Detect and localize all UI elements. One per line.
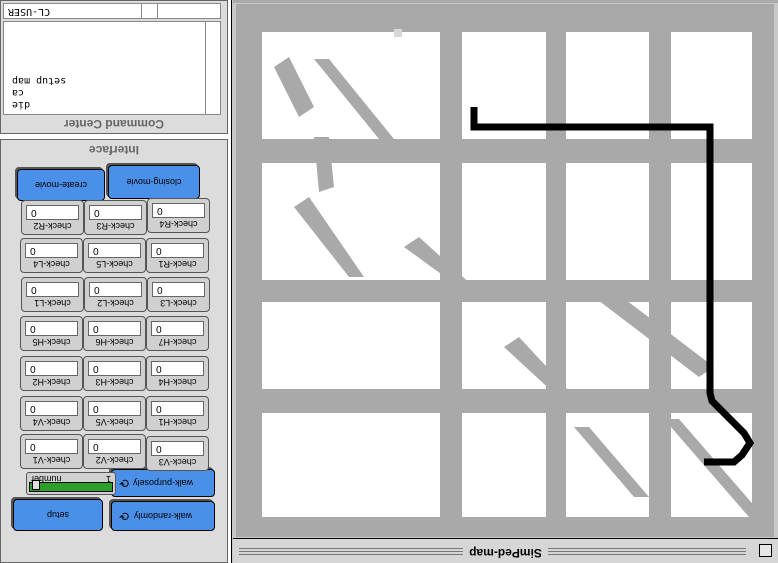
output-scrollbar[interactable] [205, 22, 220, 114]
setup-label: setup [46, 510, 70, 520]
walk-randomly-button[interactable]: walk-randomly ⟳ [111, 501, 215, 531]
road-vertical [649, 4, 671, 537]
monitor-check-V1: check-V1 0 [20, 434, 83, 469]
monitor-check-L2: check-L2 0 [84, 277, 147, 312]
map-window-title: SimPed-map [463, 546, 548, 560]
output-line: ca [12, 87, 25, 98]
map-view[interactable] [236, 4, 774, 537]
roads [236, 4, 774, 537]
monitor-check-H3: check-H3 0 [83, 356, 146, 391]
monitor-check-V5: check-V5 0 [83, 396, 146, 431]
road-diagonal [574, 427, 649, 497]
forever-icon: ⟳ [119, 509, 130, 523]
road-horizontal [236, 389, 774, 413]
monitor-check-H1: check-H1 0 [146, 396, 209, 431]
number-slider[interactable]: number 1 [26, 472, 116, 495]
road-diagonal [274, 57, 314, 117]
monitor-check-R1: check-R1 0 [146, 238, 209, 273]
monitor-check-H4: check-H4 0 [146, 356, 209, 391]
monitor-check-R2: check-R2 0 [21, 200, 84, 235]
map-scrollbar[interactable] [233, 0, 778, 3]
road-vertical [236, 4, 262, 537]
road-diagonal [664, 419, 764, 517]
monitor-check-R4: check-R4 0 [147, 198, 210, 233]
road-diagonal [294, 197, 364, 277]
road-vertical [752, 4, 774, 537]
closing-movie-label: closing-movie [126, 177, 182, 187]
input-divider [141, 4, 142, 18]
road-diagonal [314, 59, 394, 139]
monitor-check-V3: check-V3 0 [146, 436, 209, 471]
monitor-check-V4: check-V4 0 [20, 396, 83, 431]
closing-movie-button[interactable]: closing-movie [108, 165, 200, 199]
output-line: die [12, 99, 31, 110]
walk-purposely-button[interactable]: walk-purposely ⟳ [111, 469, 215, 497]
monitor-check-L1: check-L1 0 [21, 277, 84, 312]
monitor-check-H2: check-H2 0 [20, 356, 83, 391]
agent-selector[interactable]: CL-USER [8, 6, 50, 17]
create-movie-label: create-movie [34, 180, 88, 190]
interface-title: Interface [88, 143, 140, 157]
command-input[interactable]: CL-USER [3, 3, 221, 19]
slider-value: 1 [105, 474, 111, 484]
monitor-check-R3: check-R3 0 [84, 200, 147, 235]
input-divider [157, 4, 158, 18]
monitor-check-H5: check-H5 0 [20, 316, 83, 351]
map-titlebar[interactable]: SimPed-map [233, 538, 778, 563]
command-center: Command Center setup map ca die CL-USER [0, 0, 228, 134]
map-window: SimPed-map [231, 0, 778, 563]
create-movie-button[interactable]: create-movie [17, 169, 105, 201]
road-horizontal [236, 517, 774, 537]
road-horizontal [236, 280, 774, 302]
command-center-title: Command Center [64, 117, 165, 131]
monitor-check-L3: check-L3 0 [147, 277, 210, 312]
monitor-check-L5: check-L5 0 [83, 238, 146, 273]
forever-icon: ⟳ [119, 476, 130, 490]
monitor-check-H6: check-H6 0 [83, 316, 146, 351]
command-output: setup map ca die [3, 21, 221, 115]
road-vertical [546, 4, 566, 537]
setup-button[interactable]: setup [13, 499, 103, 531]
monitor-check-H7: check-H7 0 [146, 316, 209, 351]
output-line: setup map [12, 75, 67, 86]
monitor-check-L4: check-L4 0 [20, 238, 83, 273]
road-diagonal [404, 237, 474, 287]
monitor-check-V2: check-V2 0 [83, 434, 146, 469]
street-map [236, 4, 774, 537]
patch-marker [394, 29, 402, 37]
road-horizontal [236, 4, 774, 32]
slider-label: number [31, 474, 62, 484]
